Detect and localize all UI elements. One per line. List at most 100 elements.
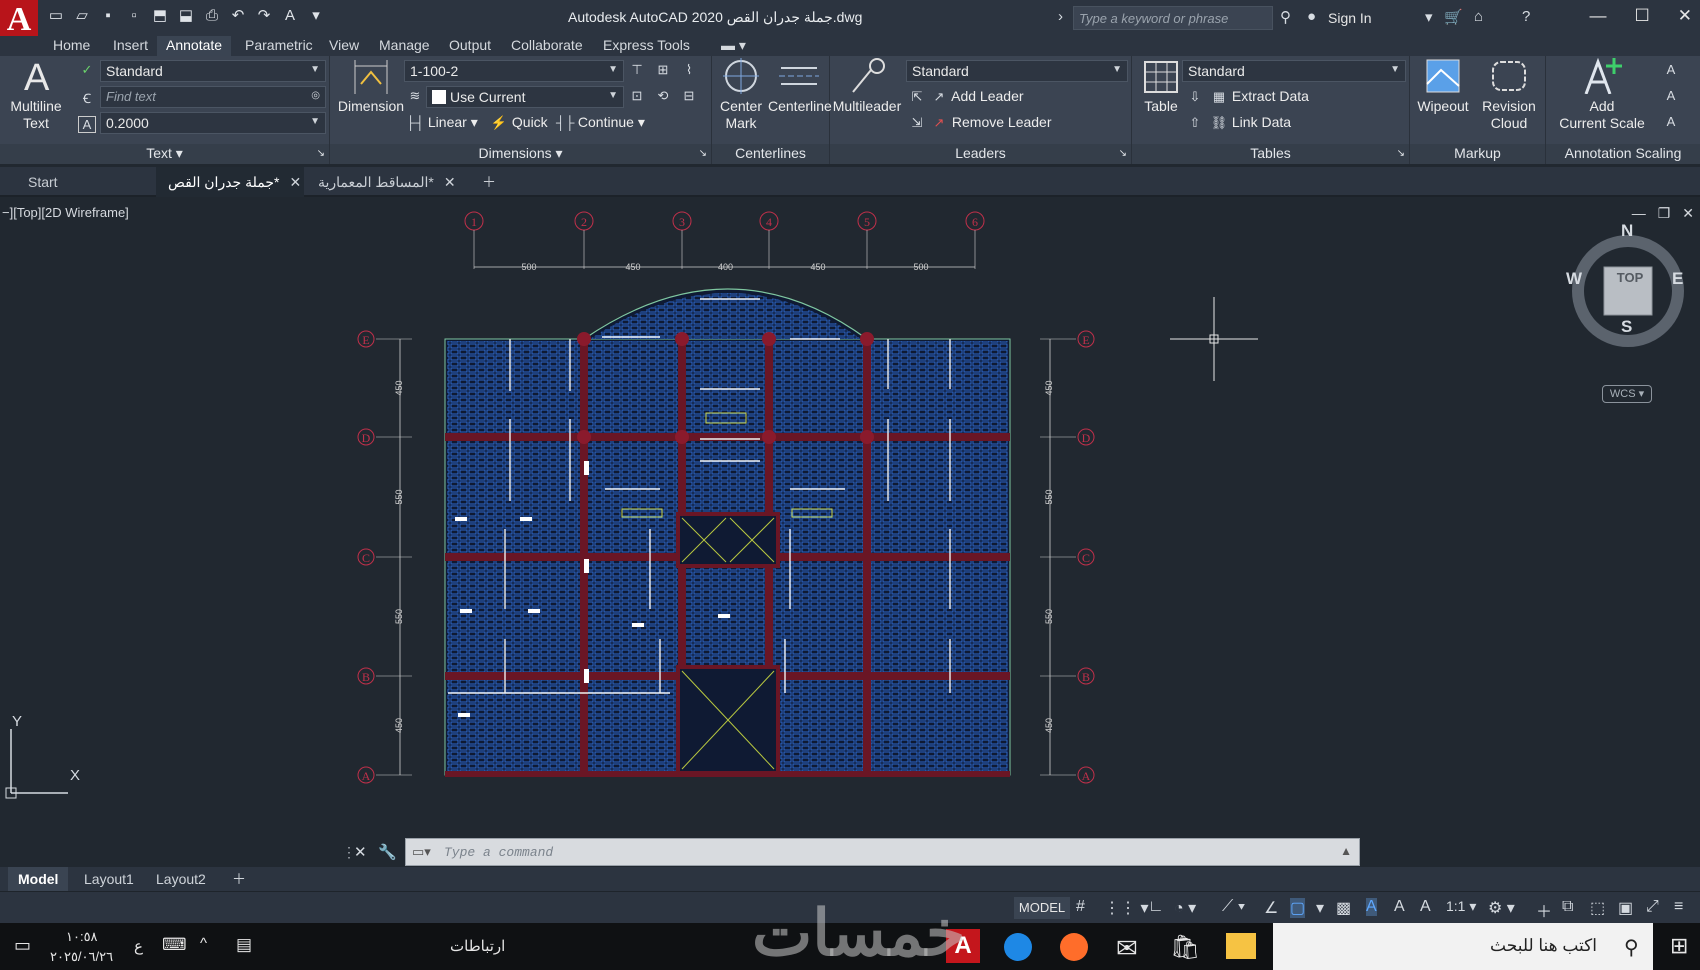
add-leader-button[interactable]: ↗ Add Leader xyxy=(930,88,1024,105)
file-explorer-icon[interactable] xyxy=(1226,933,1256,959)
tab-express-tools[interactable]: Express Tools xyxy=(594,36,699,56)
download-from-source-icon[interactable]: ⇩ xyxy=(1186,89,1204,105)
continue-button[interactable]: ┤├ Continue ▾ xyxy=(556,114,645,131)
polar-icon[interactable]: ◔ ▾ xyxy=(1174,898,1196,918)
wipeout-button[interactable]: Wipeout xyxy=(1412,56,1474,115)
dialog-launcher-icon[interactable]: ↘ xyxy=(699,144,707,163)
cart-icon[interactable]: 🛒 xyxy=(1444,8,1463,26)
tab-view[interactable]: View xyxy=(320,36,368,56)
close-icon[interactable]: ✕ xyxy=(289,174,301,190)
object-snap-icon[interactable]: ▢ xyxy=(1290,898,1306,918)
compass-east-label[interactable]: E xyxy=(1672,269,1683,289)
sign-in-button[interactable]: Sign In xyxy=(1328,10,1372,26)
break-icon[interactable]: ⊤ xyxy=(628,62,646,78)
save-to-web-icon[interactable]: ⬓ xyxy=(176,6,196,26)
tab-start[interactable]: Start xyxy=(16,167,156,197)
multileader-style-select[interactable]: Standard ▼ xyxy=(906,60,1128,82)
tables-panel-title[interactable]: Tables ↘ xyxy=(1132,144,1409,164)
update-icon[interactable]: ⟲ xyxy=(654,88,672,104)
match-properties-icon[interactable]: A xyxy=(280,6,300,26)
links-toolbar-label[interactable]: ارتباطات xyxy=(450,937,505,955)
show-hidden-icons-icon[interactable]: ^ xyxy=(200,935,207,952)
snap-icon[interactable]: ⋮⋮ ▾ xyxy=(1104,898,1148,918)
dialog-launcher-icon[interactable]: ↘ xyxy=(317,144,325,163)
quick-button[interactable]: ⚡ Quick xyxy=(490,114,548,131)
expand-search-icon[interactable]: › xyxy=(1058,8,1063,25)
annotation-scale-icon[interactable]: A xyxy=(1420,898,1431,916)
reassociate-icon[interactable]: ⊟ xyxy=(680,88,698,104)
dialog-launcher-icon[interactable]: ↘ xyxy=(1397,144,1405,163)
tab-model[interactable]: Model xyxy=(8,867,69,891)
search-icon[interactable]: ◎ xyxy=(311,90,320,101)
table-style-select[interactable]: Standard ▼ xyxy=(1182,60,1406,82)
extract-data-button[interactable]: ▦ Extract Data xyxy=(1210,88,1309,105)
taskbar-search-input[interactable]: اكتب هنا للبحث xyxy=(1273,923,1653,970)
collect-leaders-icon[interactable]: ⇲ xyxy=(908,115,926,131)
annotation-visibility-icon[interactable]: A xyxy=(1366,898,1377,916)
minimize-icon[interactable]: — xyxy=(1632,205,1646,222)
tab-output[interactable]: Output xyxy=(440,36,500,56)
input-language[interactable]: ع xyxy=(134,937,143,955)
isodraft-icon[interactable]: ∠ xyxy=(1264,898,1278,918)
a360-icon[interactable]: ⌂ xyxy=(1474,8,1483,25)
tab-layout2[interactable]: Layout2 xyxy=(146,867,216,891)
tab-insert[interactable]: Insert xyxy=(104,36,157,56)
delete-current-scale-icon[interactable]: A xyxy=(1662,62,1680,77)
inspect-icon[interactable]: ⊡ xyxy=(628,88,646,104)
centerline-button[interactable]: Centerline xyxy=(768,56,832,115)
save-icon[interactable]: ▪ xyxy=(98,6,118,26)
multiline-text-button[interactable]: A Multiline Text xyxy=(4,56,68,132)
text-style-select[interactable]: Standard ▼ xyxy=(100,60,326,82)
dimension-layer-select[interactable]: Use Current ▼ xyxy=(426,86,624,108)
text-height-select[interactable]: 0.2000 ▼ xyxy=(100,112,326,134)
annotation-scaling-panel-title[interactable]: Annotation Scaling xyxy=(1546,144,1700,164)
edge-browser-icon[interactable] xyxy=(1004,933,1032,961)
grid-icon[interactable]: # xyxy=(1076,898,1085,916)
plot-icon[interactable]: ⎙ xyxy=(202,6,222,26)
tab-parametric[interactable]: Parametric xyxy=(236,36,322,56)
save-as-icon[interactable]: ▫ xyxy=(124,6,144,26)
linear-button[interactable]: ├┤ Linear ▾ xyxy=(406,114,478,131)
wcs-menu[interactable]: WCS ▾ xyxy=(1602,385,1652,403)
tab-architectural-plans-dwg[interactable]: المساقط المعمارية* ✕ xyxy=(306,167,466,197)
add-delete-scales-icon[interactable]: A xyxy=(1662,88,1680,103)
tab-home[interactable]: Home xyxy=(44,36,99,56)
windows-start-icon[interactable]: ⊞ xyxy=(1670,933,1688,959)
osnap-tracking-icon[interactable]: ⟋ ▾ xyxy=(1222,898,1245,916)
tab-layout1[interactable]: Layout1 xyxy=(74,867,144,891)
sync-scale-positions-icon[interactable]: A xyxy=(1662,114,1680,129)
annotation-monitor-icon[interactable]: ＋ xyxy=(1536,898,1552,922)
tab-collaborate[interactable]: Collaborate xyxy=(502,36,592,56)
annotation-scale-value[interactable]: 1:1 ▾ xyxy=(1446,898,1476,915)
help-search-input[interactable]: Type a keyword or phrase xyxy=(1073,6,1273,30)
jogged-linear-icon[interactable]: ⌇ xyxy=(680,62,698,78)
text-panel-title[interactable]: Text ▾ ↘ xyxy=(0,144,329,164)
check-spelling-icon[interactable]: ✓ xyxy=(78,62,96,78)
command-history-icon[interactable]: ▲ xyxy=(1340,844,1352,858)
keyboard-icon[interactable]: ⌨ xyxy=(162,935,187,955)
firefox-icon[interactable] xyxy=(1060,933,1088,961)
new-icon[interactable]: ▭ xyxy=(46,6,66,26)
dropdown-icon[interactable]: ▾ xyxy=(1425,8,1433,26)
close-icon[interactable]: ✕ xyxy=(1678,6,1692,26)
remove-leader-button[interactable]: ↗ Remove Leader xyxy=(930,114,1052,131)
add-current-scale-button[interactable]: Add Current Scale xyxy=(1546,56,1658,132)
close-icon[interactable]: ✕ xyxy=(354,843,367,861)
close-icon[interactable]: ✕ xyxy=(444,174,456,190)
tab-shear-walls-dwg[interactable]: جملة جدران القص* ✕ xyxy=(156,167,304,197)
align-leaders-icon[interactable]: ⇱ xyxy=(908,89,926,105)
binoculars-icon[interactable]: ⚲ xyxy=(1280,8,1291,26)
undo-icon[interactable]: ↶ xyxy=(228,6,248,26)
units-icon[interactable]: ⧉ xyxy=(1562,898,1573,916)
viewport-controls-label[interactable]: −][Top][2D Wireframe] xyxy=(2,205,129,220)
center-mark-button[interactable]: Center Mark xyxy=(714,56,768,132)
maximize-icon[interactable]: ☐ xyxy=(1635,6,1650,26)
leaders-panel-title[interactable]: Leaders ↘ xyxy=(830,144,1131,164)
cube-top-label[interactable]: TOP xyxy=(1608,270,1652,285)
search-icon[interactable]: ⚲ xyxy=(1624,935,1639,960)
ribbon-display-toggle-icon[interactable]: ▬ ▾ xyxy=(712,36,755,56)
graphics-performance-icon[interactable]: ▣ xyxy=(1618,898,1633,918)
transparency-icon[interactable]: ▩ xyxy=(1336,898,1351,918)
dimension-style-select[interactable]: 1-100-2 ▼ xyxy=(404,60,624,82)
model-viewport[interactable]: 123456500450400450500500450400450500EEDD… xyxy=(0,199,1700,867)
